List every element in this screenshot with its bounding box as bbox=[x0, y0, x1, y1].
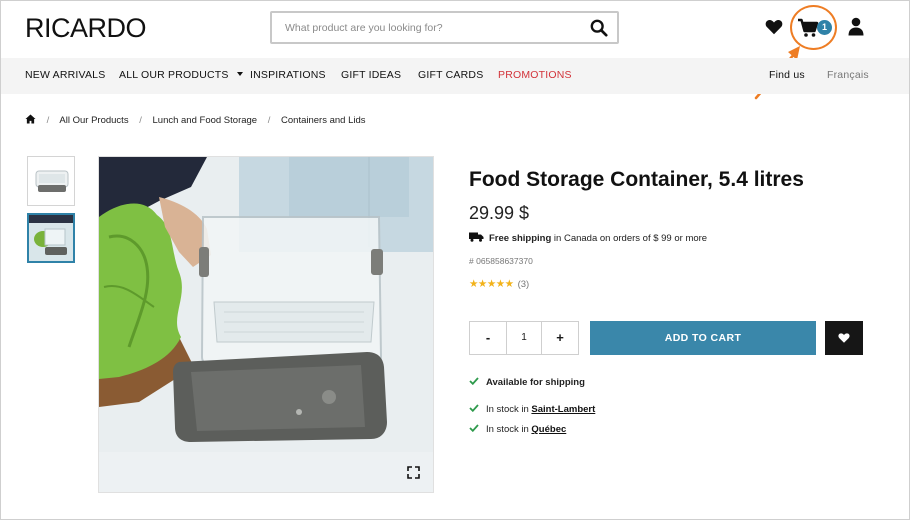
truck-icon bbox=[469, 232, 484, 242]
thumbnail-image bbox=[29, 215, 73, 261]
add-to-cart-button[interactable]: ADD TO CART bbox=[590, 321, 816, 355]
nav-language-toggle[interactable]: Français bbox=[827, 69, 869, 81]
product-title: Food Storage Container, 5.4 litres bbox=[469, 168, 804, 191]
nav-find-us[interactable]: Find us bbox=[769, 69, 805, 81]
breadcrumb-separator: / bbox=[46, 115, 50, 126]
nav-new-arrivals[interactable]: NEW ARRIVALS bbox=[25, 69, 105, 81]
home-icon[interactable] bbox=[25, 114, 36, 124]
breadcrumb: / All Our Products / Lunch and Food Stor… bbox=[25, 114, 366, 126]
product-price: 29.99 $ bbox=[469, 203, 530, 223]
shipping-info: Free shipping in Canada on orders of $ 9… bbox=[469, 232, 707, 244]
nav-gift-ideas[interactable]: GIFT IDEAS bbox=[341, 69, 401, 81]
product-thumbnail-2[interactable] bbox=[27, 213, 75, 263]
check-icon bbox=[469, 424, 479, 432]
product-rating[interactable]: ★★★★★ (3) bbox=[469, 278, 529, 290]
search-input[interactable] bbox=[272, 13, 572, 42]
main-nav: NEW ARRIVALS ALL OUR PRODUCTS INSPIRATIO… bbox=[1, 58, 909, 94]
heart-icon bbox=[838, 333, 850, 343]
product-photo bbox=[99, 157, 433, 492]
expand-icon[interactable] bbox=[407, 466, 420, 479]
quantity-increase-button[interactable]: + bbox=[542, 322, 578, 354]
quantity-input[interactable]: 1 bbox=[506, 322, 542, 354]
stock-prefix: In stock in bbox=[486, 404, 532, 415]
stock-quebec: In stock in Québec bbox=[469, 424, 566, 435]
stock-saint-lambert: In stock in Saint-Lambert bbox=[469, 404, 595, 415]
ricardo-logo[interactable]: RICARDO bbox=[25, 13, 147, 44]
heart-icon[interactable] bbox=[765, 18, 783, 36]
product-thumbnail-1[interactable] bbox=[27, 156, 75, 206]
search-bar bbox=[270, 11, 619, 44]
product-main-image[interactable] bbox=[98, 156, 434, 493]
add-to-wishlist-button[interactable] bbox=[825, 321, 863, 355]
availability-shipping: Available for shipping bbox=[469, 377, 585, 388]
nav-gift-cards[interactable]: GIFT CARDS bbox=[418, 69, 483, 81]
quantity-stepper: - 1 + bbox=[469, 321, 579, 355]
product-sku: # 065858637370 bbox=[469, 256, 533, 266]
breadcrumb-separator: / bbox=[267, 115, 271, 126]
quantity-decrease-button[interactable]: - bbox=[470, 322, 506, 354]
check-icon bbox=[469, 377, 479, 385]
breadcrumb-lunch-food-storage[interactable]: Lunch and Food Storage bbox=[153, 115, 258, 126]
free-shipping-label: Free shipping bbox=[489, 233, 552, 244]
rating-stars: ★★★★★ bbox=[469, 278, 514, 290]
nav-label: ALL OUR PRODUCTS bbox=[119, 69, 229, 81]
caret-down-icon bbox=[236, 72, 243, 76]
breadcrumb-all-our-products[interactable]: All Our Products bbox=[59, 115, 128, 126]
user-icon[interactable] bbox=[848, 17, 864, 36]
store-link-quebec[interactable]: Québec bbox=[531, 424, 566, 435]
availability-label: Available for shipping bbox=[486, 377, 585, 388]
stock-prefix: In stock in bbox=[486, 424, 532, 435]
nav-all-our-products[interactable]: ALL OUR PRODUCTS bbox=[119, 69, 243, 81]
thumbnail-image bbox=[28, 157, 74, 205]
store-link-saint-lambert[interactable]: Saint-Lambert bbox=[531, 404, 595, 415]
breadcrumb-separator: / bbox=[139, 115, 142, 126]
shipping-condition: in Canada on orders of $ 99 or more bbox=[551, 233, 708, 244]
nav-promotions[interactable]: PROMOTIONS bbox=[498, 69, 572, 81]
nav-inspirations[interactable]: INSPIRATIONS bbox=[250, 69, 326, 81]
check-icon bbox=[469, 404, 479, 412]
review-count[interactable]: (3) bbox=[518, 279, 530, 290]
breadcrumb-containers-lids[interactable]: Containers and Lids bbox=[281, 115, 366, 126]
search-icon[interactable] bbox=[590, 19, 608, 37]
